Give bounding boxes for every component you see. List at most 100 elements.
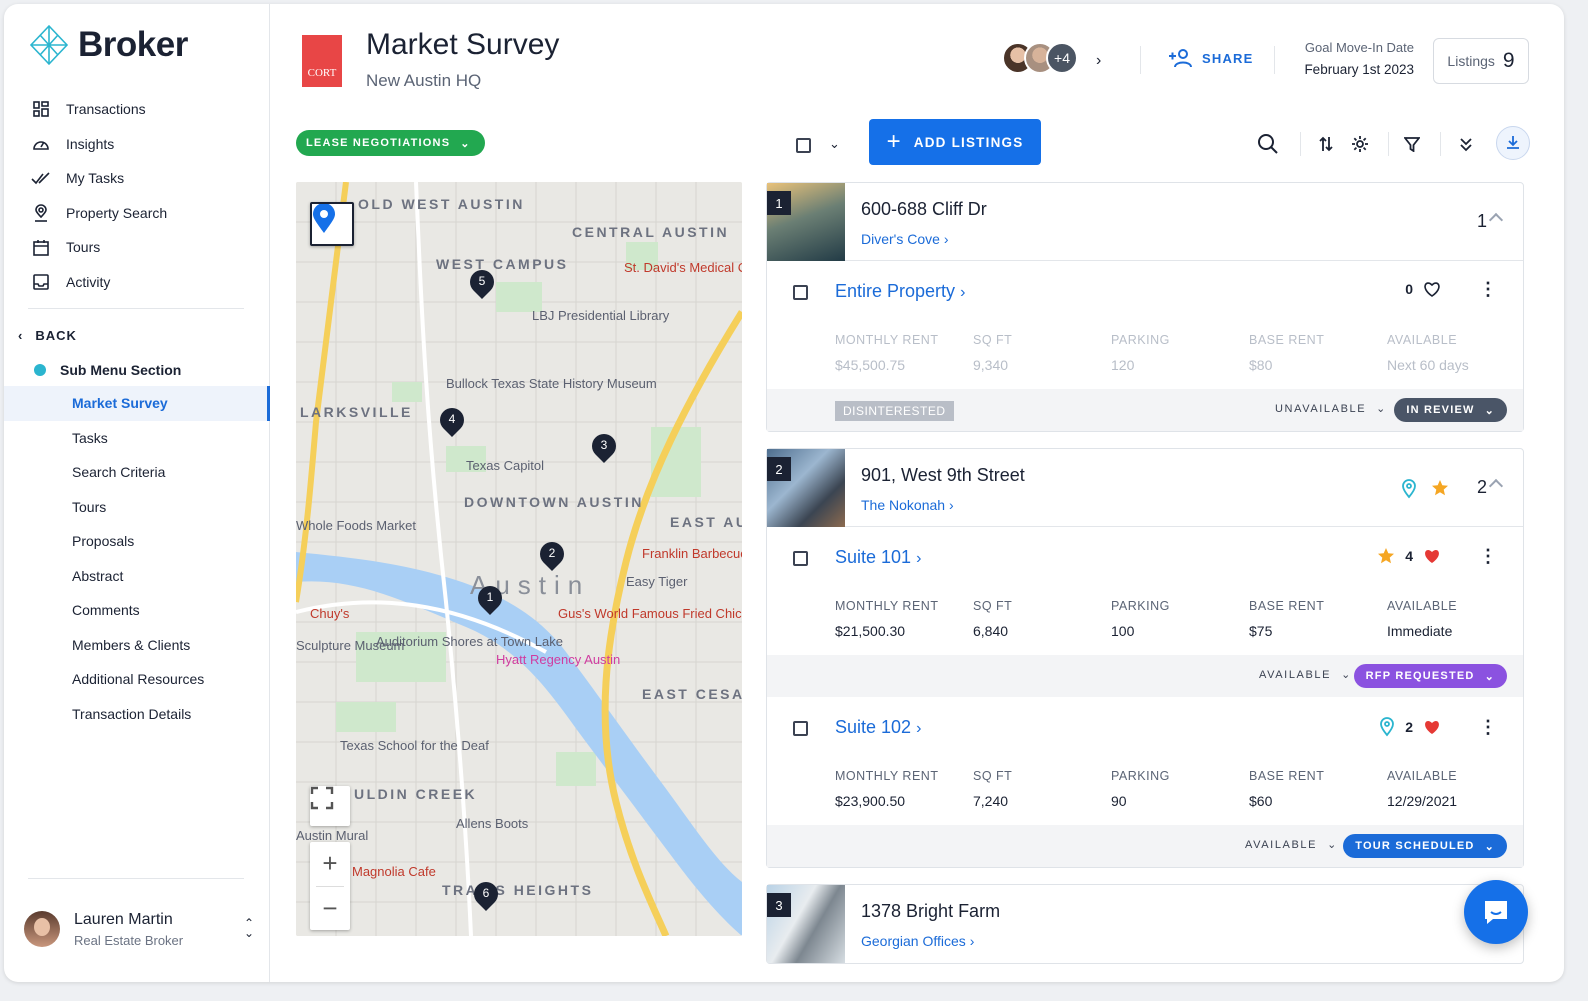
suite-checkbox[interactable] (793, 285, 808, 300)
stage-dropdown[interactable]: LEASE NEGOTIATIONS ⌄ (296, 130, 485, 156)
sub-item-members-clients[interactable]: Members & Clients (4, 628, 270, 663)
property-header[interactable]: 3 1378 Bright Farm Georgian Offices › (767, 885, 1523, 963)
filter-icon[interactable] (1398, 130, 1426, 158)
field-base-rent: BASE RENT $60 (1249, 769, 1324, 809)
field-monthly-rent: MONTHLY RENT $45,500.75 (835, 333, 938, 373)
download-button[interactable] (1496, 126, 1530, 160)
location-pin-icon (30, 204, 52, 222)
sub-item-tours[interactable]: Tours (4, 490, 270, 525)
sub-item-proposals[interactable]: Proposals (4, 524, 270, 559)
listings-count-badge[interactable]: Listings 9 (1433, 38, 1529, 84)
more-vertical-icon[interactable]: ⋮ (1479, 547, 1497, 565)
zoom-in-button[interactable]: + (322, 842, 337, 886)
chevron-right-icon: › (969, 933, 975, 949)
map-pin[interactable]: 6 (469, 877, 503, 912)
heart-filled-icon[interactable] (1423, 719, 1441, 735)
add-listings-button[interactable]: + ADD LISTINGS (869, 119, 1041, 165)
field-label: AVAILABLE (1387, 333, 1458, 347)
chevron-right-icon: › (943, 231, 949, 247)
nav-item-insights[interactable]: Insights (4, 127, 270, 162)
property-link-label: Georgian Offices (861, 933, 966, 949)
field-value: 12/29/2021 (1387, 793, 1458, 809)
star-icon[interactable] (1377, 547, 1395, 565)
map-label: WEST CAMPUS (436, 256, 569, 272)
inbox-icon (30, 273, 52, 291)
sort-icon[interactable] (1312, 130, 1340, 158)
more-vertical-icon[interactable]: ⋮ (1479, 280, 1497, 298)
location-pin-icon[interactable] (1379, 717, 1395, 737)
chevron-down-icon: ⌄ (1484, 670, 1495, 683)
map-pin[interactable]: 4 (435, 403, 469, 438)
sub-item-abstract[interactable]: Abstract (4, 559, 270, 594)
availability-dropdown[interactable]: AVAILABLE ⌄ (1259, 668, 1352, 682)
heart-outline-icon[interactable] (1423, 281, 1441, 297)
property-link[interactable]: Diver's Cove › (861, 231, 948, 247)
availability-dropdown[interactable]: AVAILABLE ⌄ (1245, 838, 1338, 852)
suite-checkbox[interactable] (793, 721, 808, 736)
property-link[interactable]: The Nokonah › (861, 497, 954, 513)
select-all-checkbox[interactable] (796, 138, 811, 153)
share-button[interactable]: SHARE (1168, 48, 1254, 68)
status-dropdown[interactable]: RFP REQUESTED ⌄ (1353, 664, 1507, 688)
sub-item-search-criteria[interactable]: Search Criteria (4, 455, 270, 490)
more-vertical-icon[interactable]: ⋮ (1479, 718, 1497, 736)
map-poi: Chuy's (310, 606, 350, 621)
nav-item-tours[interactable]: Tours (4, 230, 270, 265)
sub-item-transaction-details[interactable]: Transaction Details (4, 697, 270, 732)
property-thumbnail: 3 (767, 885, 845, 963)
pin-number: 1 (486, 590, 494, 604)
nav-item-activity[interactable]: Activity (4, 265, 270, 300)
sub-item-comments[interactable]: Comments (4, 593, 270, 628)
suite-name[interactable]: Suite 102 › (835, 717, 921, 738)
property-header[interactable]: 1 600-688 Cliff Dr Diver's Cove › 1 (767, 183, 1523, 261)
field-sq-ft: SQ FT 6,840 (973, 599, 1012, 639)
chevron-up-icon[interactable] (1488, 212, 1504, 228)
zoom-out-button[interactable]: − (322, 886, 337, 930)
availability-dropdown[interactable]: UNAVAILABLE ⌄ (1275, 402, 1387, 416)
sub-item-additional-resources[interactable]: Additional Resources (4, 662, 270, 697)
nav-item-property-search[interactable]: Property Search (4, 196, 270, 231)
suite-name[interactable]: Suite 101 › (835, 547, 921, 568)
property-header[interactable]: 2 901, West 9th Street The Nokonah › 2 (767, 449, 1523, 527)
nav-item-my-tasks[interactable]: My Tasks (4, 161, 270, 196)
suite-checkbox[interactable] (793, 551, 808, 566)
suite-footer: AVAILABLE ⌄ TOUR SCHEDULED ⌄ (767, 825, 1523, 867)
field-value: 7,240 (973, 793, 1009, 809)
gear-icon[interactable] (1346, 130, 1374, 158)
fullscreen-button[interactable] (310, 786, 350, 826)
sub-item-tasks[interactable]: Tasks (4, 421, 270, 456)
map-pin[interactable]: 2 (535, 537, 569, 572)
suite-name[interactable]: Entire Property › (835, 281, 965, 302)
property-thumbnail: 1 (767, 183, 845, 261)
status-dropdown[interactable]: TOUR SCHEDULED ⌄ (1343, 834, 1507, 858)
map-view[interactable]: OLD WEST AUSTIN CENTRAL AUSTIN WEST CAMP… (296, 182, 742, 936)
sub-item-market-survey[interactable]: Market Survey (4, 386, 270, 421)
collapse-all-icon[interactable] (1452, 130, 1480, 158)
client-logo: CORT (302, 35, 342, 87)
chevron-down-icon[interactable]: ⌄ (829, 136, 840, 152)
chevron-up-icon[interactable] (1488, 478, 1504, 494)
chevron-right-icon[interactable]: › (1096, 52, 1101, 70)
map-pin[interactable]: 1 (473, 581, 507, 616)
map-pin[interactable]: 3 (587, 429, 621, 464)
user-menu[interactable]: Lauren Martin Real Estate Broker ⌃ ⌄ (24, 904, 260, 954)
chat-button[interactable] (1464, 880, 1528, 944)
property-card: 2 901, West 9th Street The Nokonah › 2 S… (766, 448, 1524, 868)
map-label: LARKSVILLE (300, 404, 413, 420)
property-link[interactable]: Georgian Offices › (861, 933, 974, 949)
search-icon[interactable] (1254, 130, 1282, 158)
map-pin[interactable]: 5 (465, 265, 499, 300)
like-count: 0 (1405, 281, 1413, 297)
location-marker-button[interactable] (310, 202, 354, 246)
listings-count: 9 (1502, 49, 1515, 72)
nav-item-transactions[interactable]: Transactions (4, 92, 270, 127)
collaborator-avatars[interactable]: +4 (1002, 42, 1078, 74)
location-pin-icon[interactable] (1401, 479, 1417, 499)
field-base-rent: BASE RENT $75 (1249, 599, 1324, 639)
back-link[interactable]: ‹ BACK (18, 324, 77, 346)
status-dropdown[interactable]: IN REVIEW ⌄ (1394, 398, 1507, 422)
brand-logo[interactable]: Broker (28, 24, 188, 66)
chevron-updown-icon: ⌃ ⌄ (243, 916, 254, 940)
heart-filled-icon[interactable] (1423, 548, 1441, 564)
star-icon[interactable] (1431, 479, 1449, 497)
